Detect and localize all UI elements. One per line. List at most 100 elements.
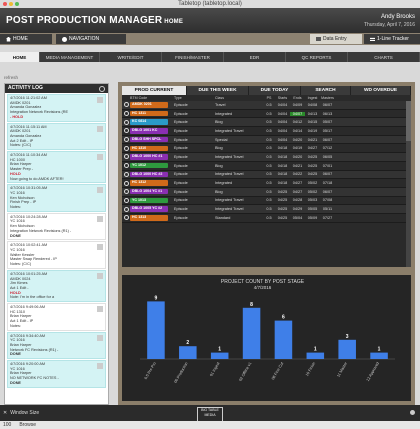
activity-note: Note: I'm in the office for a (10, 295, 55, 300)
tab-due-this-week[interactable]: DUE THIS WEEK (187, 86, 249, 95)
tracker-icon (370, 37, 375, 41)
search-icon[interactable] (123, 215, 129, 221)
d4-cell: 07/27 (322, 215, 333, 220)
tab-qc-reports[interactable]: QC REPORTS (286, 52, 348, 62)
user-icon[interactable] (410, 410, 415, 415)
search-icon[interactable] (123, 128, 129, 134)
gear-icon[interactable] (99, 86, 105, 92)
production-tabs: PROD CURRENT DUE THIS WEEK DUE TODAY SEA… (122, 86, 411, 95)
search-icon[interactable] (123, 154, 129, 160)
window-size-button[interactable]: ✕ Window Size (3, 410, 39, 416)
tab-home[interactable]: HOME (0, 52, 40, 62)
zoom-icon[interactable] (15, 2, 19, 6)
d2-cell: 04/07 (290, 111, 305, 116)
data-entry-button[interactable]: Data Entry (310, 34, 362, 44)
activity-item[interactable]: 4/7/2016 9:49:06 AM HC 1310 Brian Harper Ac… (7, 303, 106, 331)
d1-cell: 04/25 (277, 189, 288, 194)
type-cell: Episode (174, 163, 188, 168)
table-row[interactable]: YC 1013 Episode Integrated Travel 0.5 04/25 0… (122, 197, 411, 206)
table-row[interactable]: DBLG 1000 HC #2 Episode Integrated Travel 0… (122, 170, 411, 180)
table-row[interactable]: DBLG SHH SPCL Episode Special 0.5 04/04 04/20… (122, 135, 411, 145)
activity-item[interactable]: 4/7/2016 9:20:00 AM YC 1016 Brian Harper NO… (7, 360, 106, 388)
activity-item[interactable]: 4/7/2016 10:31:05 AM YC 1016 Ken Nicholson… (7, 184, 106, 212)
x-tick-label: 00 Production (173, 362, 188, 384)
table-row[interactable]: HC 1310 Episode Blog 0.5 04/18 04/19 04/27 07/1… (122, 144, 411, 154)
chart-bar (179, 346, 197, 359)
search-icon[interactable] (123, 163, 129, 169)
table-row[interactable]: KC 0814 Episode Blog 0.5 04/04 04/12 04/15 05/0… (122, 118, 411, 128)
btm-code[interactable]: HC 1311 (130, 110, 168, 117)
table-row[interactable]: HC 1311 Episode Integrated 0.5 04/04 04/07 04/… (122, 110, 411, 119)
search-icon[interactable] (123, 180, 129, 186)
table-row[interactable]: HC 1313 Episode Standard 0.5 04/25 05/04 05/09… (122, 214, 411, 223)
search-icon[interactable] (123, 171, 129, 177)
d1-cell: 04/18 (277, 172, 288, 177)
tab-media-management[interactable]: MEDIA MANAGEMENT (40, 52, 100, 62)
code-cell: KC 0814 (130, 119, 171, 125)
activity-note: Now going to do AMDK AFTER! (10, 176, 64, 181)
btm-code[interactable]: YC 1012 (130, 162, 168, 169)
search-icon[interactable] (123, 137, 129, 143)
btm-code[interactable]: AMDK 0201 (130, 102, 168, 108)
close-icon[interactable] (3, 2, 7, 6)
d4-cell: 06/13 (322, 111, 333, 116)
search-icon[interactable] (123, 119, 129, 125)
code-cell: DBLG 1001 KC (130, 128, 171, 134)
code-cell: DBLG SHH SPCL (130, 136, 171, 143)
table-row[interactable]: HC 1312 Episode Integrated 0.5 04/18 04/27 05/… (122, 179, 411, 188)
activity-item[interactable]: 4/7/2016 9:34:40 AM YC 1016 Brian Harper Ne… (7, 331, 106, 360)
btm-code[interactable]: DBLG 1001 KC (130, 128, 168, 134)
activity-item[interactable]: 4/7/2016 10:01:25 AM AMDK 0024 Jim Kimes Ac… (7, 269, 106, 303)
ps-cell: 0.5 (266, 215, 272, 220)
tab-wd-overdue[interactable]: WD OVERDUE (351, 86, 411, 95)
table-row[interactable]: DBLG 1001 KC Episode Integrated Travel 0.5 0… (122, 127, 411, 136)
search-icon[interactable] (123, 111, 129, 117)
activity-item[interactable]: 4/7/2016 11:15:11 AM AMDK 0201 Amanda Gonz… (7, 122, 106, 151)
tab-charts[interactable]: CHARTS (348, 52, 420, 62)
tab-edr[interactable]: EDR (224, 52, 286, 62)
table-scrollbar[interactable] (406, 101, 411, 267)
activity-thumbnail (97, 97, 103, 103)
table-row[interactable]: AMDK 0201 Episode Travel 0.5 04/04 04/09 04/08… (122, 101, 411, 110)
table-row[interactable]: DBLG 1000 HC #1 Episode Integrated Travel 0… (122, 153, 411, 162)
navigation-button[interactable]: NAVIGATION (56, 34, 126, 44)
column-header: Class (215, 96, 224, 100)
d4-cell: 05/07 (322, 120, 333, 125)
code-cell: HC 1310 (130, 145, 171, 152)
home-icon (6, 36, 11, 42)
search-icon[interactable] (123, 145, 129, 151)
table-row[interactable]: YC 1012 Episode Blog 0.5 04/18 04/21 04/25 07/0… (122, 162, 411, 171)
tab-due-today[interactable]: DUE TODAY (249, 86, 301, 95)
home-button[interactable]: HOME (0, 34, 52, 44)
table-row[interactable]: DBLG 1005 YC #2 Episode Integrated Travel 0… (122, 205, 411, 214)
tab-search[interactable]: SEARCH (301, 86, 351, 95)
search-icon[interactable] (123, 102, 129, 108)
activity-item[interactable]: 4/7/2016 11:21:02 AM AMDK 0201 Amanda Gonz… (7, 94, 106, 122)
btm-code[interactable]: HC 1310 (130, 145, 168, 152)
activity-item[interactable]: 4/7/2016 10:02:41 AM YC 1016 Walter Kessle… (7, 241, 106, 269)
minimize-icon[interactable] (9, 2, 13, 6)
search-icon[interactable] (123, 206, 129, 212)
search-icon[interactable] (123, 197, 129, 203)
activity-item[interactable]: 4/7/2016 11:10:34 AM HC 1000 Brian Harper M… (7, 151, 106, 184)
btm-code[interactable]: HC 1312 (130, 180, 168, 186)
window-controls[interactable] (3, 2, 19, 6)
btm-code[interactable]: DBLG 1005 YC #2 (130, 206, 168, 212)
tab-write-edit[interactable]: WRITE/EDIT (100, 52, 162, 62)
zoom-level[interactable]: 100 (3, 422, 11, 428)
btm-code[interactable]: DBLG 1000 HC #2 (130, 171, 168, 178)
btm-code[interactable]: DBLG SHH SPCL (130, 136, 168, 143)
tab-prod-current[interactable]: PROD CURRENT (122, 86, 187, 95)
btm-code[interactable]: HC 1313 (130, 215, 168, 221)
one-line-tracker-button[interactable]: 1-Line Tracker (364, 34, 420, 44)
table-row[interactable]: DBLG 1004 YC #1 Episode Blog 0.5 04/25 04/27 0… (122, 187, 411, 197)
tab-finish-master[interactable]: FINISH/MASTER (162, 52, 224, 62)
btm-code[interactable]: DBLG 1000 HC #1 (130, 154, 168, 160)
btm-code[interactable]: KC 0814 (130, 119, 168, 125)
search-icon[interactable] (123, 189, 129, 195)
activity-item[interactable]: 4/7/2016 10:24:28 AM YC 1016 Ken Nicholson… (7, 212, 106, 241)
column-header: PS (266, 96, 272, 100)
btm-code[interactable]: DBLG 1004 YC #1 (130, 188, 168, 195)
refresh-link[interactable]: refresh (4, 75, 18, 80)
btm-code[interactable]: YC 1013 (130, 197, 168, 204)
